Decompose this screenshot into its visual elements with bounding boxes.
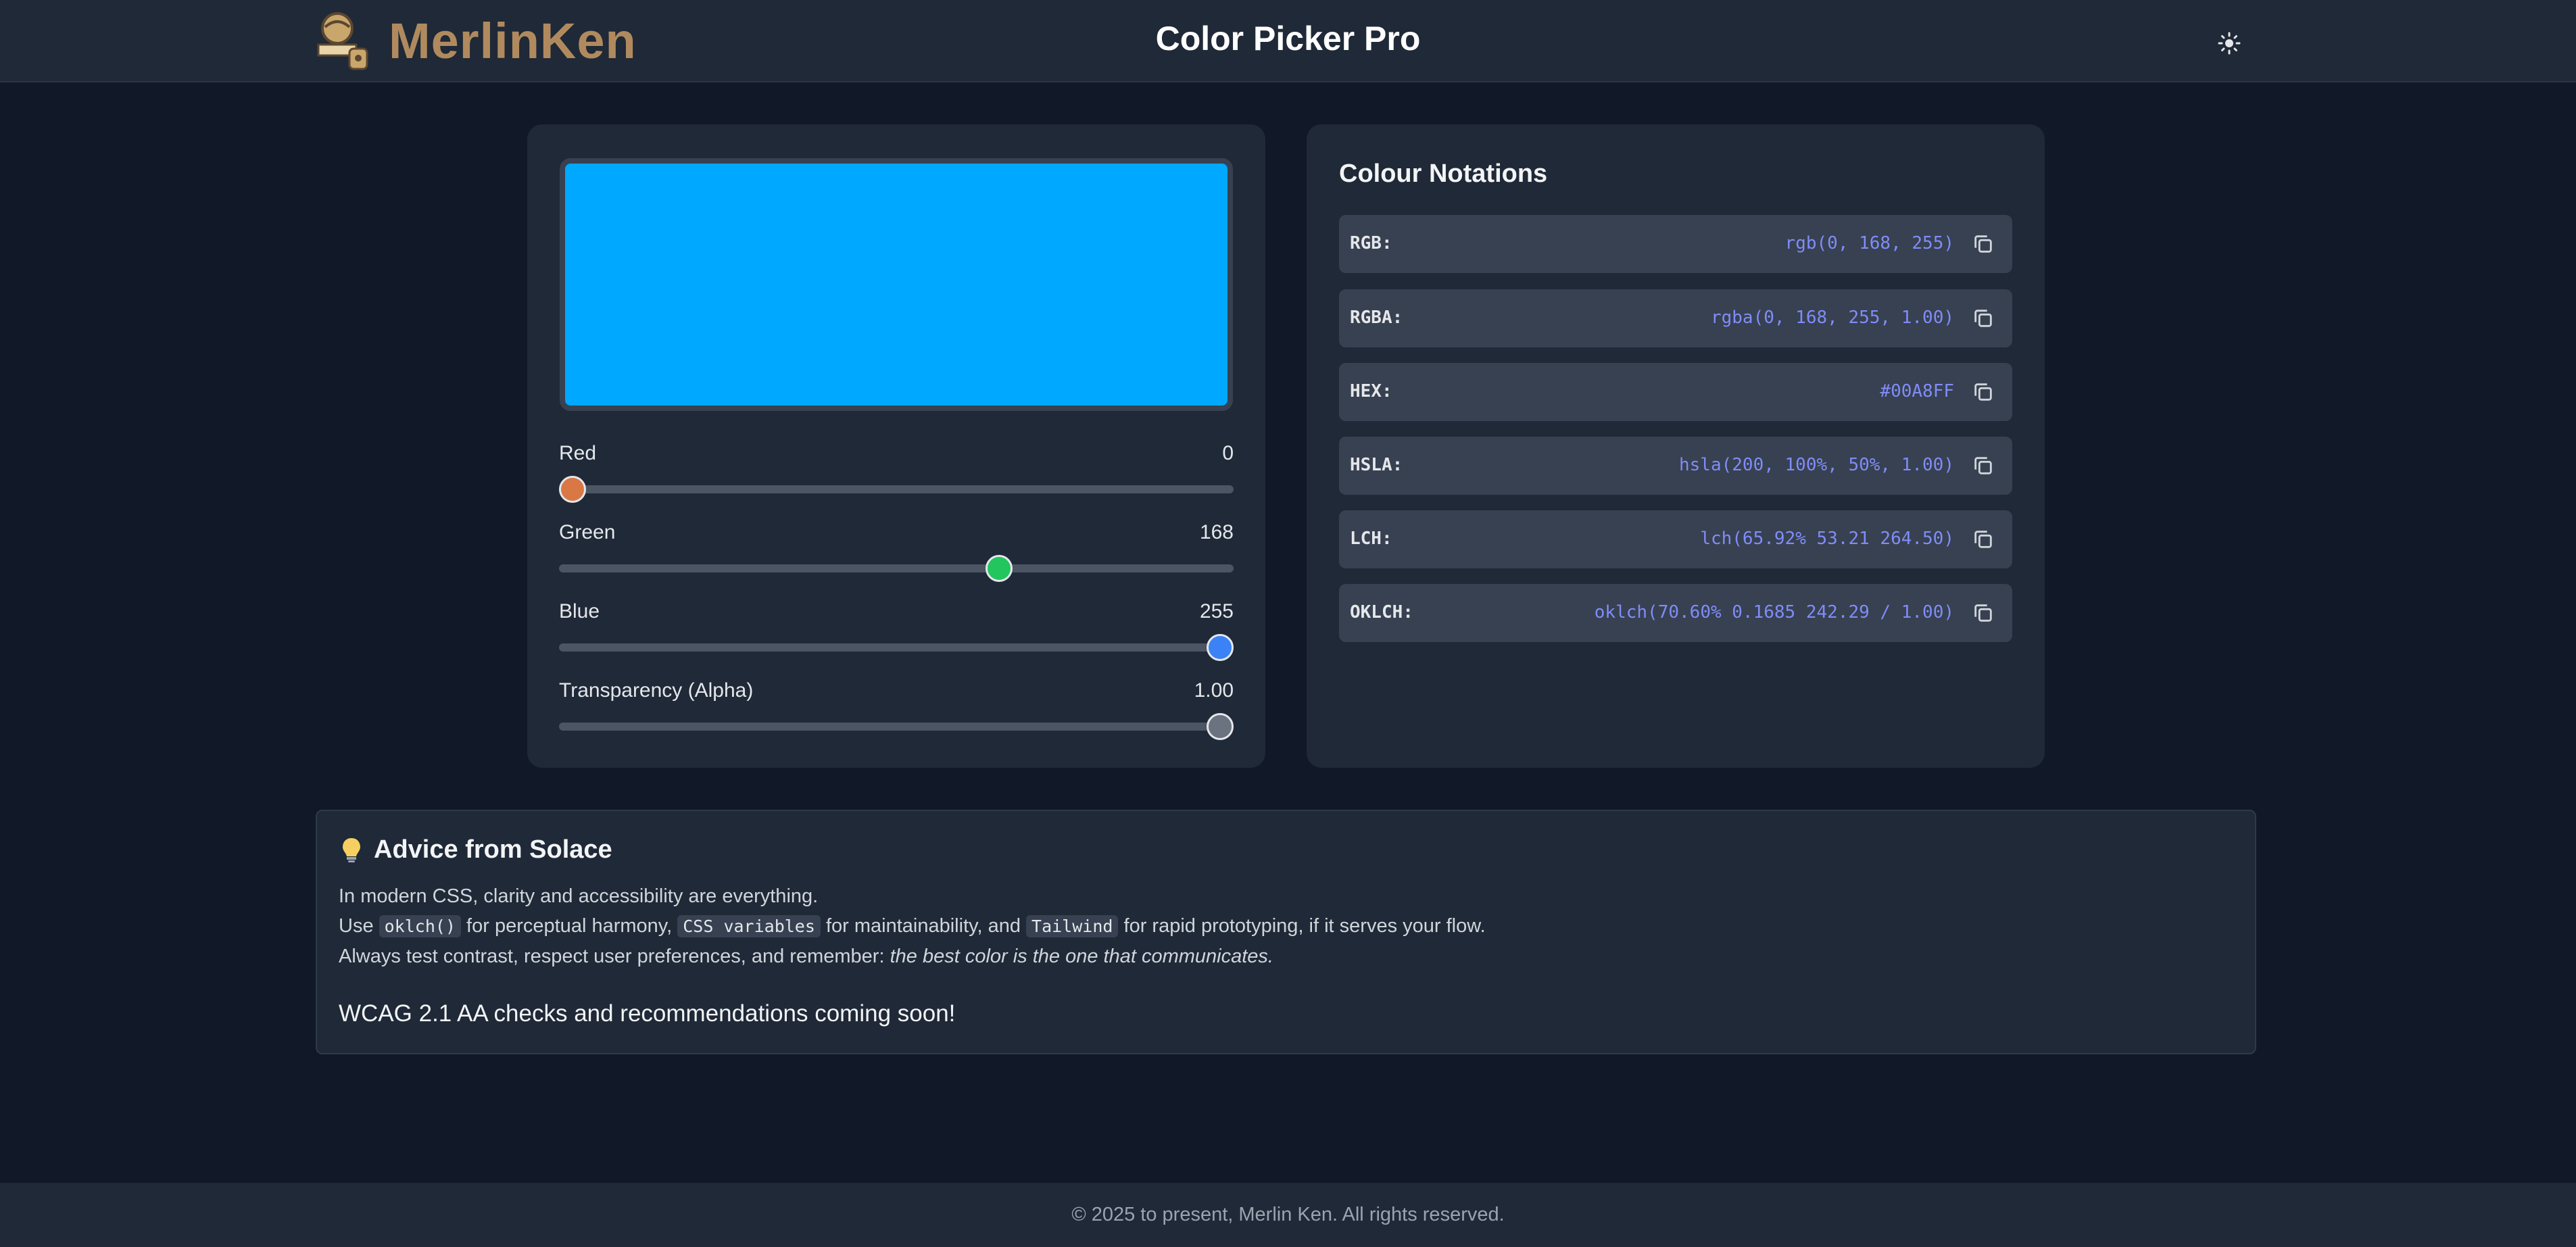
notation-label: HEX:: [1350, 381, 1392, 401]
advice-title: Advice from Solace: [374, 835, 612, 864]
copy-icon[interactable]: [1972, 454, 1995, 477]
notation-row-rgba: RGBA: rgba(0, 168, 255, 1.00): [1339, 289, 2012, 347]
blue-slider-label: Blue: [559, 600, 600, 622]
copy-icon[interactable]: [1972, 528, 1995, 551]
notation-label: RGBA:: [1350, 308, 1403, 328]
alpha-slider-row: Transparency (Alpha) 1.00: [559, 679, 1234, 747]
notation-label: RGB:: [1350, 233, 1392, 253]
notation-value[interactable]: oklch(70.60% 0.1685 242.29 / 1.00): [1595, 602, 1954, 622]
advice-line-1: In modern CSS, clarity and accessibility…: [339, 885, 819, 907]
colour-notations-card: Colour Notations RGB: rgb(0, 168, 255) R…: [1307, 124, 2045, 768]
color-preview-swatch: [560, 158, 1233, 411]
notation-value[interactable]: lch(65.92% 53.21 264.50): [1700, 529, 1954, 549]
copyright-text: © 2025 to present, Merlin Ken. All right…: [1071, 1204, 1505, 1225]
green-slider-thumb[interactable]: [986, 555, 1013, 582]
notation-row-lch: LCH: lch(65.92% 53.21 264.50): [1339, 510, 2012, 568]
code-oklch: oklch(): [379, 915, 461, 937]
app-header: MerlinKen Color Picker Pro: [0, 0, 2576, 82]
green-slider-value: 168: [1199, 521, 1234, 543]
advice-body: In modern CSS, clarity and accessibility…: [339, 881, 1486, 971]
red-slider-thumb[interactable]: [559, 476, 586, 503]
notation-value[interactable]: #00A8FF: [1880, 381, 1954, 401]
notation-row-oklch: OKLCH: oklch(70.60% 0.1685 242.29 / 1.00…: [1339, 584, 2012, 642]
code-tailwind: Tailwind: [1026, 915, 1119, 937]
alpha-slider-thumb[interactable]: [1207, 713, 1234, 740]
alpha-slider-value: 1.00: [1194, 679, 1234, 702]
notation-value[interactable]: hsla(200, 100%, 50%, 1.00): [1679, 455, 1954, 475]
notation-value[interactable]: rgb(0, 168, 255): [1785, 233, 1954, 253]
notations-title: Colour Notations: [1339, 160, 1548, 188]
notation-row-hex: HEX: #00A8FF: [1339, 363, 2012, 421]
red-slider-row: Red 0: [559, 442, 1234, 510]
advice-emphasis: the best color is the one that communica…: [890, 946, 1273, 967]
notation-label: HSLA:: [1350, 455, 1403, 475]
copy-icon[interactable]: [1972, 602, 1995, 625]
blue-slider-track[interactable]: [559, 643, 1234, 652]
copy-icon[interactable]: [1972, 233, 1995, 255]
red-slider-track[interactable]: [559, 485, 1234, 493]
advice-panel: Advice from Solace In modern CSS, clarit…: [316, 810, 2256, 1054]
notation-label: OKLCH:: [1350, 602, 1413, 622]
wcag-note: WCAG 2.1 AA checks and recommendations c…: [339, 1000, 956, 1027]
red-slider-label: Red: [559, 442, 597, 464]
alpha-slider-track[interactable]: [559, 723, 1234, 731]
sun-icon: [2218, 32, 2241, 55]
green-slider-track[interactable]: [559, 564, 1234, 572]
page-title: Color Picker Pro: [1155, 20, 1421, 57]
alpha-slider-label: Transparency (Alpha): [559, 679, 754, 702]
green-slider-row: Green 168: [559, 521, 1234, 589]
color-picker-card: Red 0 Green 168 Blue 255 Transparency (A…: [527, 124, 1265, 768]
copy-icon[interactable]: [1972, 381, 1995, 404]
notation-label: LCH:: [1350, 529, 1392, 549]
notation-row-hsla: HSLA: hsla(200, 100%, 50%, 1.00): [1339, 437, 2012, 495]
advice-line-3: Always test contrast, respect user prefe…: [339, 946, 1273, 967]
blue-slider-thumb[interactable]: [1207, 634, 1234, 661]
theme-toggle-button[interactable]: [2210, 24, 2248, 62]
green-slider-label: Green: [559, 521, 616, 543]
notation-row-rgb: RGB: rgb(0, 168, 255): [1339, 215, 2012, 273]
copy-icon[interactable]: [1972, 307, 1995, 330]
blue-slider-row: Blue 255: [559, 600, 1234, 668]
blue-slider-value: 255: [1199, 600, 1234, 622]
lightbulb-icon: [343, 837, 360, 862]
footer: © 2025 to present, Merlin Ken. All right…: [0, 1183, 2576, 1247]
advice-header: Advice from Solace: [341, 835, 612, 864]
advice-line-2: Use oklch() for perceptual harmony, CSS …: [339, 915, 1486, 937]
notation-value[interactable]: rgba(0, 168, 255, 1.00): [1711, 308, 1954, 328]
red-slider-value: 0: [1222, 442, 1234, 464]
code-css-variables: CSS variables: [677, 915, 821, 937]
